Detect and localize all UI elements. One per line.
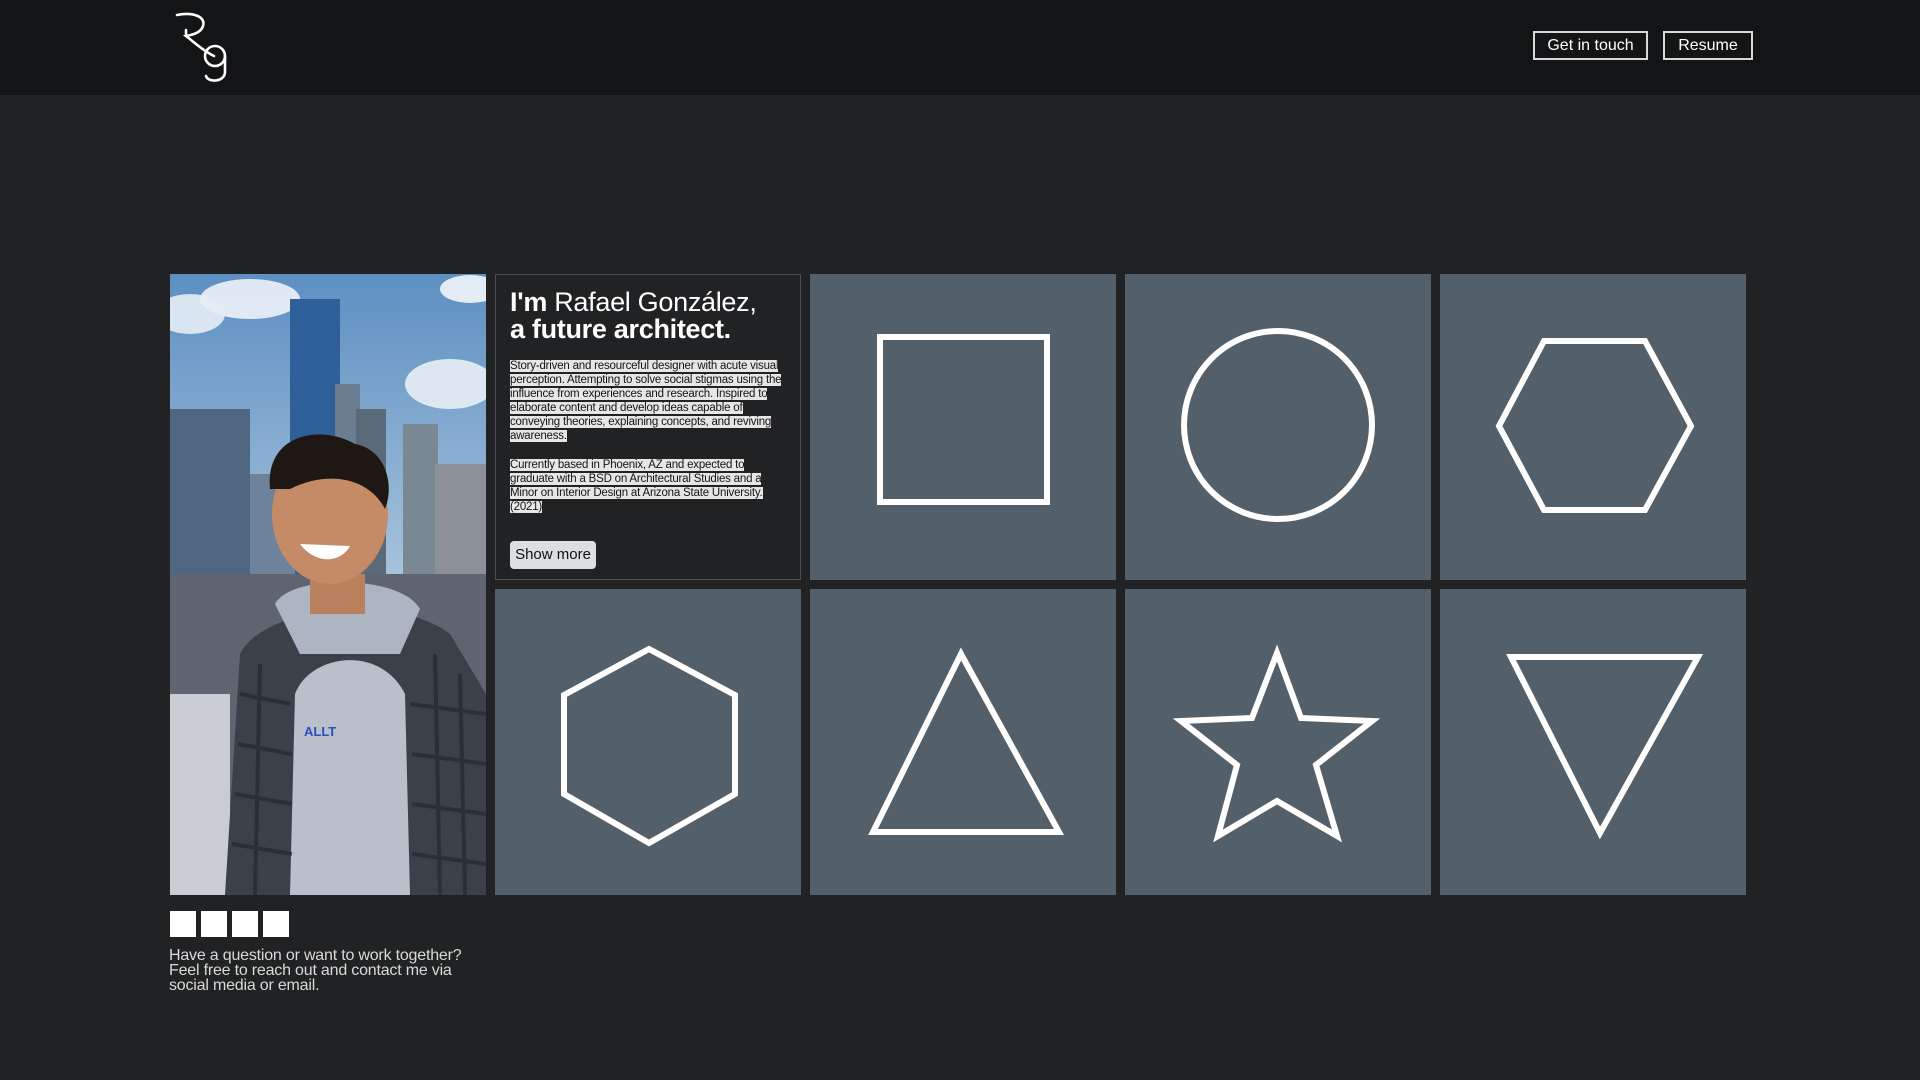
resume-button[interactable]: Resume [1663, 31, 1753, 60]
intro-paragraph-1-text: Story-driven and resourceful designer wi… [510, 360, 782, 442]
tile-circle[interactable] [1125, 274, 1431, 580]
hexagon-icon [1495, 338, 1695, 513]
tile-triangle[interactable] [810, 589, 1116, 895]
intro-paragraph-1: Story-driven and resourceful designer wi… [510, 359, 788, 443]
social-icon-3[interactable] [232, 911, 258, 937]
intro-card: I'm Rafael González, a future architect.… [495, 274, 801, 580]
social-icon-4[interactable] [263, 911, 289, 937]
top-bar: Get in touch Resume [0, 0, 1920, 95]
tile-hexagon-upright[interactable] [495, 589, 801, 895]
circle-icon [1181, 328, 1375, 522]
show-more-button[interactable]: Show more [510, 541, 596, 569]
social-icon-2[interactable] [201, 911, 227, 937]
contact-line-3: social media or email. [169, 977, 320, 994]
star-icon [1172, 644, 1381, 843]
intro-title: I'm Rafael González, a future architect. [510, 289, 795, 343]
contact-line-2: Feel free to reach out and contact me vi… [169, 962, 452, 979]
title-name: Rafael González, [547, 287, 757, 317]
intro-paragraph-2-text: Currently based in Phoenix, AZ and expec… [510, 459, 763, 513]
social-icon-1[interactable] [170, 911, 196, 937]
title-line2: a future architect. [510, 314, 731, 344]
hoodie-text: ALLT [304, 724, 336, 739]
get-in-touch-button[interactable]: Get in touch [1533, 31, 1648, 60]
hexagon-upright-icon [561, 645, 738, 847]
inverted-triangle-icon [1506, 654, 1704, 840]
square-icon [877, 334, 1050, 505]
tile-inverted-triangle[interactable] [1440, 589, 1746, 895]
profile-photo: ALLT [170, 274, 486, 895]
logo[interactable] [172, 10, 238, 86]
triangle-icon [868, 647, 1065, 835]
title-im: I'm [510, 287, 548, 317]
tile-star[interactable] [1125, 589, 1431, 895]
tile-square[interactable] [810, 274, 1116, 580]
intro-paragraph-2: Currently based in Phoenix, AZ and expec… [510, 458, 788, 514]
tile-hexagon[interactable] [1440, 274, 1746, 580]
contact-line-1: Have a question or want to work together… [169, 947, 462, 964]
contact-text: Have a question or want to work together… [169, 947, 479, 994]
